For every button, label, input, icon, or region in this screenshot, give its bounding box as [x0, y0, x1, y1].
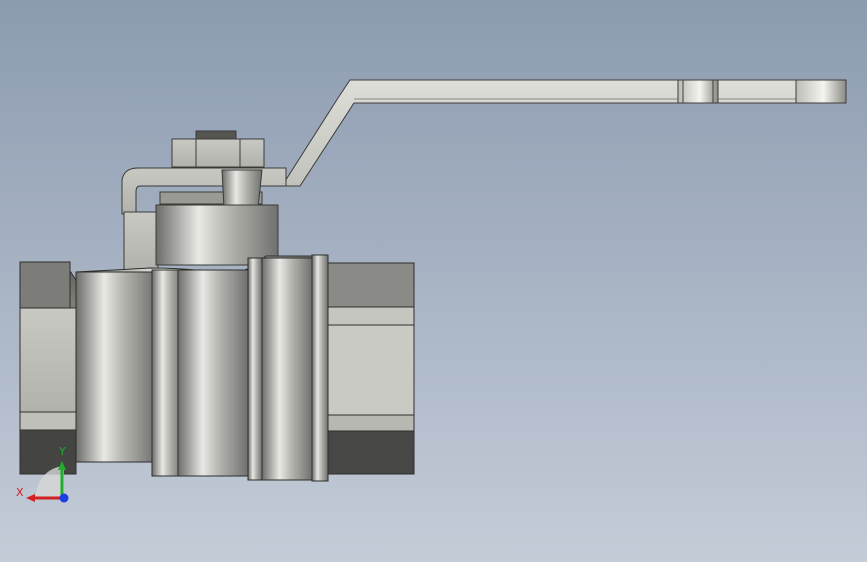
valve-body — [75, 254, 329, 482]
right-hex-end — [327, 262, 415, 475]
y-axis-label: Y — [58, 445, 66, 458]
model-view[interactable]: X Y — [0, 0, 867, 562]
x-axis-label: X — [16, 486, 24, 499]
lever-handle — [281, 79, 847, 187]
stem-neck — [155, 204, 279, 266]
left-hex-end — [19, 261, 77, 475]
graphics-viewport[interactable]: X Y — [0, 0, 867, 562]
stem-nut — [171, 130, 265, 168]
